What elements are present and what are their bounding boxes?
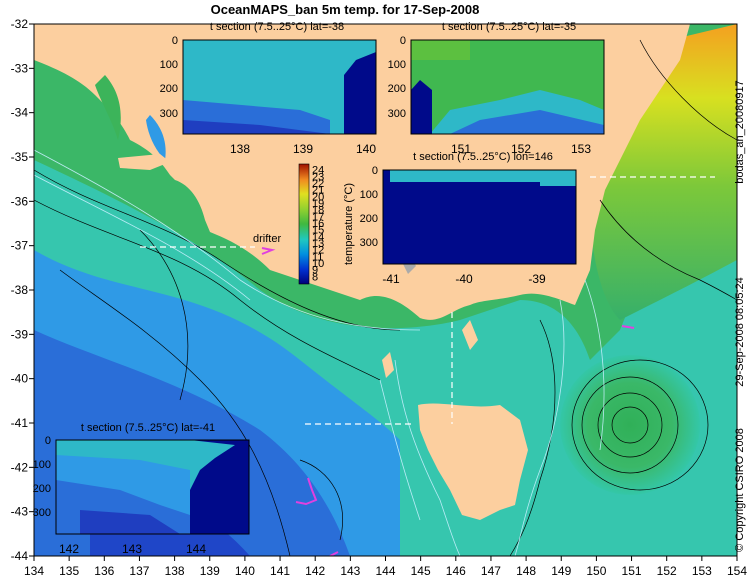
lon-tick-label: 151 bbox=[622, 564, 642, 578]
lat-tick-label: -44 bbox=[11, 549, 29, 563]
lon-tick-label: 144 bbox=[375, 564, 395, 578]
section-surface-layer bbox=[390, 170, 540, 182]
y-tick: 200 bbox=[160, 83, 178, 95]
colorbar-tick-label: 24 bbox=[312, 165, 324, 177]
section-deep-block bbox=[411, 80, 432, 134]
section-title: t section (7.5..25°C) lat=-41 bbox=[81, 422, 215, 434]
x-tick: -39 bbox=[528, 272, 546, 286]
lat-tick-label: -38 bbox=[11, 283, 29, 297]
x-tick: -41 bbox=[382, 272, 400, 286]
lat-tick-label: -35 bbox=[11, 150, 29, 164]
timestamp-label: 29-Sep-2008 08:05:24 bbox=[734, 277, 746, 386]
lon-tick-label: 154 bbox=[727, 564, 747, 578]
lon-tick-label: 146 bbox=[446, 564, 466, 578]
lon-tick-label: 143 bbox=[340, 564, 360, 578]
section-title: t section (7.5..25°C) lat=-38 bbox=[210, 21, 344, 33]
lon-tick-label: 141 bbox=[270, 564, 290, 578]
lat-tick-label: -33 bbox=[11, 61, 29, 75]
x-tick: 143 bbox=[122, 542, 142, 556]
x-tick: 140 bbox=[356, 142, 376, 156]
y-tick: 200 bbox=[360, 213, 378, 225]
drifter-label: drifter bbox=[253, 233, 281, 245]
colorbar-label: temperature (°C) bbox=[343, 183, 355, 265]
x-tick: -40 bbox=[455, 272, 473, 286]
lon-tick-label: 136 bbox=[94, 564, 114, 578]
lon-tick-label: 148 bbox=[516, 564, 536, 578]
lon-tick-label: 142 bbox=[305, 564, 325, 578]
y-tick: 0 bbox=[172, 35, 178, 47]
lon-tick-label: 134 bbox=[24, 564, 44, 578]
warm-core-eddy bbox=[560, 355, 700, 495]
lon-tick-label: 138 bbox=[165, 564, 185, 578]
lon-tick-label: 145 bbox=[411, 564, 431, 578]
y-tick: 0 bbox=[372, 165, 378, 177]
colorbar-ticks: 89101112131415161718192021222324 bbox=[312, 165, 324, 284]
longitude-axis: 134 135 136 137 138 139 140 141 142 143 144 145 146 1… bbox=[24, 556, 747, 578]
x-tick: 142 bbox=[59, 542, 79, 556]
copyright-label: © Copyright CSIRO 2008 bbox=[734, 428, 746, 552]
y-tick: 100 bbox=[160, 59, 178, 71]
y-tick: 0 bbox=[45, 435, 51, 447]
latitude-axis: -32 -33 -34 -35 -36 -37 -38 -39 -40 -41 -42 -43 -44 bbox=[11, 17, 34, 563]
lat-tick-label: -40 bbox=[11, 372, 29, 386]
section-title: t section (7.5..25°C) lon=146 bbox=[413, 151, 553, 163]
lon-tick-label: 150 bbox=[586, 564, 606, 578]
y-tick: 100 bbox=[388, 59, 406, 71]
lon-tick-label: 137 bbox=[129, 564, 149, 578]
y-tick: 100 bbox=[33, 459, 51, 471]
lon-tick-label: 135 bbox=[59, 564, 79, 578]
y-tick: 100 bbox=[360, 189, 378, 201]
lat-tick-label: -42 bbox=[11, 460, 29, 474]
y-tick: 200 bbox=[388, 83, 406, 95]
figure-title: OceanMAPS_ban 5m temp. for 17-Sep-2008 bbox=[211, 2, 480, 17]
y-tick: 300 bbox=[388, 108, 406, 120]
lat-tick-label: -32 bbox=[11, 17, 29, 31]
ocean-map-figure: OceanMAPS_ban 5m temp. for 17-Sep-2008 d… bbox=[11, 2, 748, 578]
lon-tick-label: 149 bbox=[551, 564, 571, 578]
lon-tick-label: 139 bbox=[200, 564, 220, 578]
y-tick: 0 bbox=[400, 35, 406, 47]
lon-tick-label: 153 bbox=[692, 564, 712, 578]
section-title: t section (7.5..25°C) lat=-35 bbox=[442, 21, 576, 33]
x-tick: 153 bbox=[571, 142, 591, 156]
x-tick: 144 bbox=[186, 542, 206, 556]
y-tick: 300 bbox=[33, 507, 51, 519]
lat-tick-label: -43 bbox=[11, 505, 29, 519]
section-warm-layer bbox=[411, 40, 470, 60]
lat-tick-label: -41 bbox=[11, 416, 29, 430]
y-tick: 200 bbox=[33, 483, 51, 495]
lat-tick-label: -37 bbox=[11, 239, 29, 253]
lat-tick-label: -39 bbox=[11, 327, 29, 341]
section-surface-layer-east bbox=[540, 170, 576, 186]
lon-tick-label: 147 bbox=[481, 564, 501, 578]
lon-tick-label: 152 bbox=[657, 564, 677, 578]
colorbar-gradient bbox=[298, 163, 310, 285]
lat-tick-label: -34 bbox=[11, 106, 29, 120]
lat-tick-label: -36 bbox=[11, 194, 29, 208]
x-tick: 139 bbox=[293, 142, 313, 156]
run-id-label: bodas_an_20080917 bbox=[734, 80, 746, 183]
y-tick: 300 bbox=[160, 108, 178, 120]
lon-tick-label: 140 bbox=[235, 564, 255, 578]
y-tick: 300 bbox=[360, 237, 378, 249]
x-tick: 138 bbox=[230, 142, 250, 156]
